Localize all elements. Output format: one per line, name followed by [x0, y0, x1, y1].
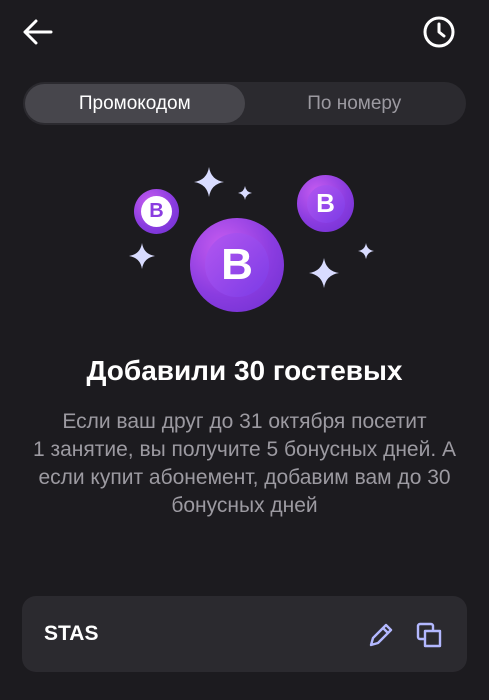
tab-by-number[interactable]: По номеру	[245, 84, 465, 123]
mode-switch: Промокодом По номеру	[23, 82, 466, 125]
sparkle-icon	[194, 167, 224, 197]
tab-promocode[interactable]: Промокодом	[25, 84, 245, 123]
copy-button[interactable]	[412, 618, 446, 652]
promo-code-card: STAS	[22, 596, 467, 672]
top-bar	[0, 0, 489, 64]
history-button[interactable]	[419, 14, 459, 50]
description-line: 1 занятие, вы получите 5 бонусных дней. …	[32, 438, 457, 517]
sparkle-icon	[309, 258, 339, 288]
arrow-left-icon	[23, 19, 53, 45]
main-badge: B	[190, 218, 284, 312]
clock-icon	[423, 16, 455, 48]
description-line: Если ваш друг до 31 октября посетит	[62, 410, 427, 433]
sparkle-icon	[358, 243, 374, 259]
back-button[interactable]	[18, 14, 58, 50]
edit-button[interactable]	[364, 618, 398, 652]
bonus-illustration: B B B	[0, 160, 489, 330]
small-badge-right: B	[297, 175, 354, 232]
promo-code-value: STAS	[44, 622, 99, 645]
sparkle-icon	[129, 243, 155, 269]
page-title: Добавили 30 гостевых	[86, 355, 403, 386]
description-text: Если ваш друг до 31 октября посетит 1 за…	[20, 408, 469, 520]
copy-icon	[416, 622, 442, 648]
pencil-icon	[369, 623, 393, 647]
sparkle-icon	[238, 186, 252, 200]
small-badge-left: B	[134, 189, 179, 234]
